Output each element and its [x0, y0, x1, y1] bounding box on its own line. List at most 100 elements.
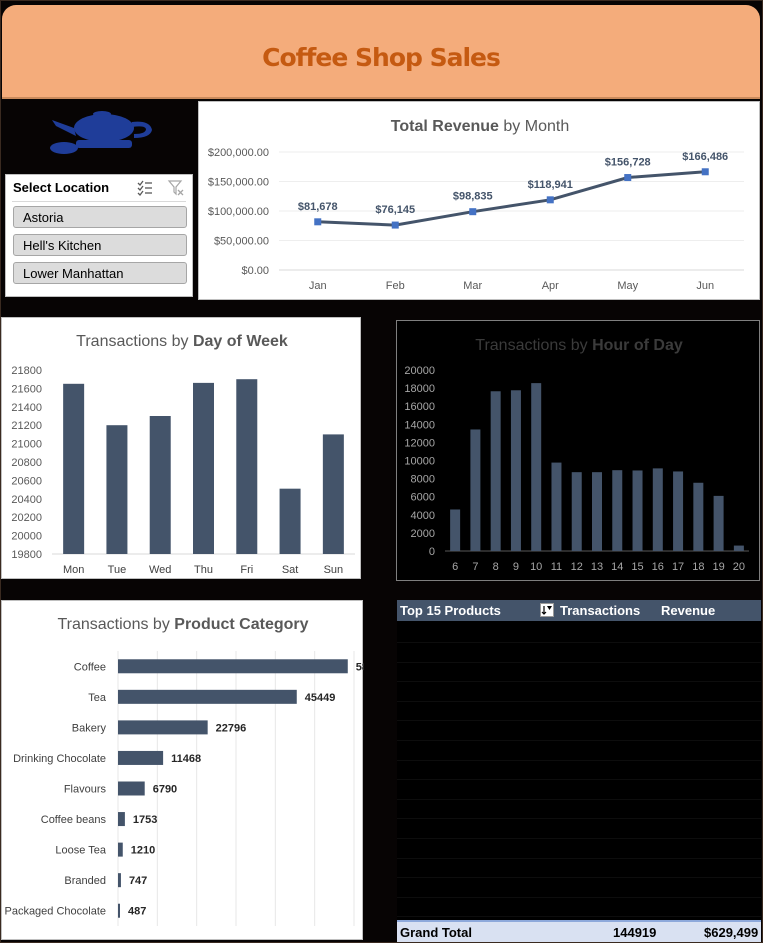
chart-title: Total Revenue by Month: [391, 118, 569, 135]
x-tick-label: Mon: [63, 564, 84, 576]
top-products-table: Top 15 Products Transactions Revenue Gra…: [397, 600, 761, 942]
revenue-chart-panel: Total Revenue by Month $0.00 $50,000.00 $1…: [198, 101, 760, 300]
bar: [106, 425, 128, 554]
y-tick-label: $150,000.00: [208, 177, 269, 189]
bar: [531, 383, 542, 551]
product-column-header: Top 15 Products: [400, 603, 501, 618]
x-tick-label: Feb: [386, 280, 405, 292]
y-tick-label: 4000: [411, 510, 435, 522]
data-point-marker: [624, 174, 632, 182]
bar: [632, 470, 643, 551]
y-tick-label: Bakery: [72, 722, 107, 734]
x-tick-label: 6: [452, 561, 458, 573]
y-tick-label: 21800: [11, 365, 42, 377]
dashboard-title: Coffee Shop Sales: [262, 43, 501, 72]
table-row: [397, 878, 761, 898]
data-label: 1210: [131, 845, 155, 857]
y-tick-label: $100,000.00: [208, 206, 269, 218]
data-point-marker: [391, 221, 399, 229]
x-tick-label: Tue: [108, 564, 127, 576]
x-tick-label: 11: [551, 561, 562, 573]
slicer-item-astoria[interactable]: Astoria: [13, 206, 187, 228]
y-tick-label: 6000: [411, 492, 435, 504]
y-tick-label: 21400: [11, 402, 42, 414]
data-label: $166,486: [682, 151, 728, 163]
revenue-column-header[interactable]: Revenue: [661, 603, 715, 618]
data-label: 22796: [216, 722, 247, 734]
data-label: 45449: [305, 692, 336, 704]
bar: [279, 488, 301, 554]
y-tick-label: 21000: [11, 439, 42, 451]
y-tick-label: Coffee beans: [41, 814, 107, 826]
bar: [713, 495, 724, 551]
transactions-column-header[interactable]: Transactions: [560, 603, 640, 618]
y-tick-label: 16000: [404, 401, 435, 413]
bar: [118, 659, 348, 674]
bar: [118, 720, 208, 735]
y-tick-label: Coffee: [74, 661, 106, 673]
table-row: [397, 819, 761, 839]
data-label: $76,145: [375, 204, 415, 216]
x-tick-label: 19: [712, 561, 724, 573]
data-label: 11468: [171, 753, 201, 765]
category-chart-panel: Transactions by Product Category Coffee 5…: [1, 600, 364, 940]
bar: [118, 812, 125, 827]
table-row: [397, 701, 761, 722]
y-tick-label: Drinking Chocolate: [13, 753, 106, 765]
slicer-title: Select Location: [13, 180, 110, 195]
y-tick-label: 20400: [11, 494, 42, 506]
x-tick-label: 12: [571, 561, 583, 573]
data-point-marker: [701, 168, 709, 176]
y-tick-label: 21200: [11, 420, 42, 432]
x-tick-label: May: [617, 280, 638, 292]
y-tick-label: Branded: [64, 875, 106, 887]
x-tick-label: Fri: [240, 564, 253, 576]
grand-total-label: Grand Total: [400, 925, 472, 940]
y-tick-label: 18000: [404, 383, 435, 395]
y-tick-label: 14000: [404, 419, 435, 431]
bar: [693, 482, 704, 551]
x-tick-label: Sun: [324, 564, 344, 576]
revenue-line-chart: Total Revenue by Month $0.00 $50,000.00 $1…: [208, 118, 744, 292]
clear-filter-icon[interactable]: [167, 179, 185, 197]
dashboard-header: Coffee Shop Sales: [2, 5, 760, 99]
data-point-marker: [314, 218, 322, 226]
bar: [118, 842, 123, 857]
hour-chart-panel: Transactions by Hour of Day 0 2000 4000 600…: [396, 320, 760, 581]
grand-total-revenue: $629,499: [704, 925, 759, 940]
revenue-series-line: [317, 170, 706, 227]
x-tick-label: Sat: [282, 564, 299, 576]
bar: [470, 429, 481, 551]
data-point-marker: [469, 208, 477, 216]
bar: [592, 472, 602, 551]
x-tick-label: Mar: [463, 280, 482, 292]
chart-title: Transactions by Product Category: [57, 616, 308, 633]
data-label: $98,835: [453, 191, 493, 203]
slicer-item-lower-manhattan[interactable]: Lower Manhattan: [13, 262, 187, 284]
x-tick-label: 7: [472, 561, 478, 573]
data-label: $118,941: [528, 179, 573, 191]
y-tick-label: 20000: [404, 365, 435, 377]
bar: [652, 468, 663, 551]
y-tick-label: 21600: [11, 383, 42, 395]
x-tick-label: Jan: [309, 280, 327, 292]
y-tick-label: 20000: [11, 531, 42, 543]
x-tick-label: 9: [513, 561, 519, 573]
table-row: [397, 623, 761, 643]
sort-filter-icon[interactable]: [540, 603, 554, 617]
y-tick-label: 0: [429, 546, 435, 558]
multi-select-icon[interactable]: [136, 179, 154, 197]
chart-title: Transactions by Day of Week: [76, 333, 288, 350]
y-tick-label: 10000: [404, 456, 435, 468]
x-tick-label: Apr: [542, 280, 559, 292]
table-row: [397, 780, 761, 800]
data-label: $81,678: [298, 201, 338, 213]
y-tick-label: 20200: [11, 512, 42, 524]
bar: [63, 383, 85, 554]
x-tick-label: 17: [672, 561, 684, 573]
table-row: [397, 858, 761, 879]
bar: [149, 416, 171, 554]
slicer-item-hells-kitchen[interactable]: Hell's Kitchen: [13, 234, 187, 256]
y-tick-label: 2000: [411, 528, 435, 540]
y-tick-label: Tea: [88, 692, 107, 704]
